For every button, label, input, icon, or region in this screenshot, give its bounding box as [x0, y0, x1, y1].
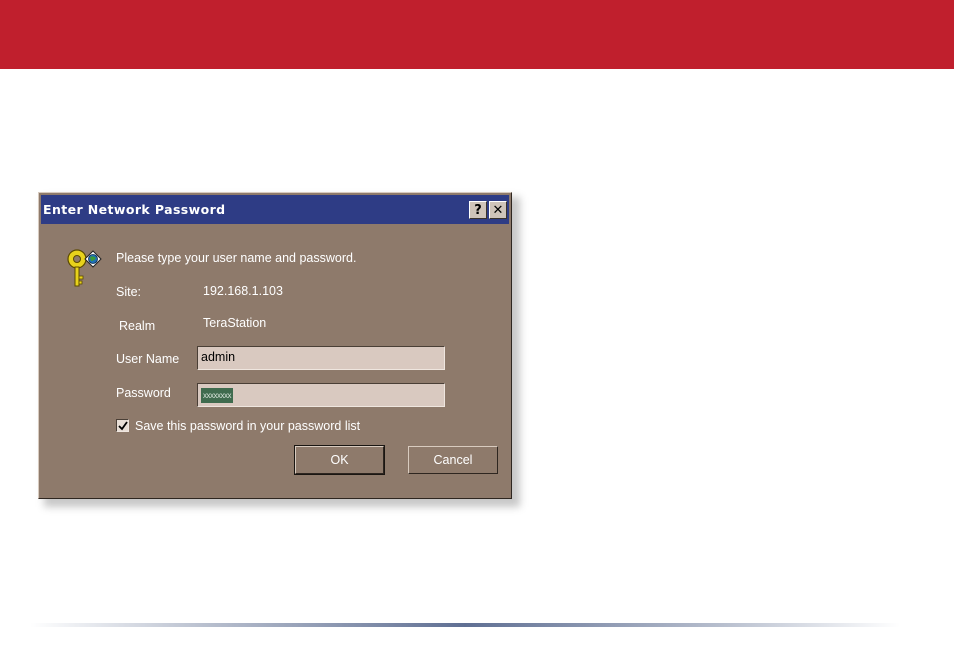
- realm-label: Realm: [119, 319, 156, 333]
- ok-button-label: OK: [330, 453, 349, 467]
- dialog-title: Enter Network Password: [43, 202, 226, 217]
- close-icon: ✕: [492, 202, 504, 218]
- realm-value: TeraStation: [203, 316, 267, 330]
- help-button[interactable]: ?: [469, 201, 487, 219]
- password-mask: xxxxxxxx: [201, 388, 233, 403]
- cancel-button-label: Cancel: [433, 453, 473, 467]
- close-button[interactable]: ✕: [489, 201, 507, 219]
- ok-button[interactable]: OK: [294, 445, 385, 475]
- checkmark-icon: [117, 420, 128, 430]
- username-input[interactable]: admin: [197, 346, 445, 370]
- prompt-text: Please type your user name and password.: [116, 251, 357, 265]
- save-password-label[interactable]: Save this password in your password list: [135, 419, 360, 433]
- password-input[interactable]: xxxxxxxx: [197, 383, 445, 407]
- username-label: User Name: [116, 352, 180, 366]
- password-label: Password: [116, 386, 171, 400]
- help-icon: ?: [474, 202, 482, 218]
- bottom-divider: [30, 623, 900, 627]
- dialog-titlebar[interactable]: Enter Network Password ? ✕: [41, 195, 509, 224]
- site-value: 192.168.1.103: [203, 284, 283, 298]
- top-banner: [0, 0, 954, 69]
- network-password-dialog: Enter Network Password ? ✕ Please type y…: [38, 192, 512, 499]
- key-icon: [67, 249, 102, 287]
- save-password-checkbox[interactable]: [116, 419, 129, 432]
- site-label: Site:: [116, 285, 142, 299]
- cancel-button[interactable]: Cancel: [408, 446, 498, 474]
